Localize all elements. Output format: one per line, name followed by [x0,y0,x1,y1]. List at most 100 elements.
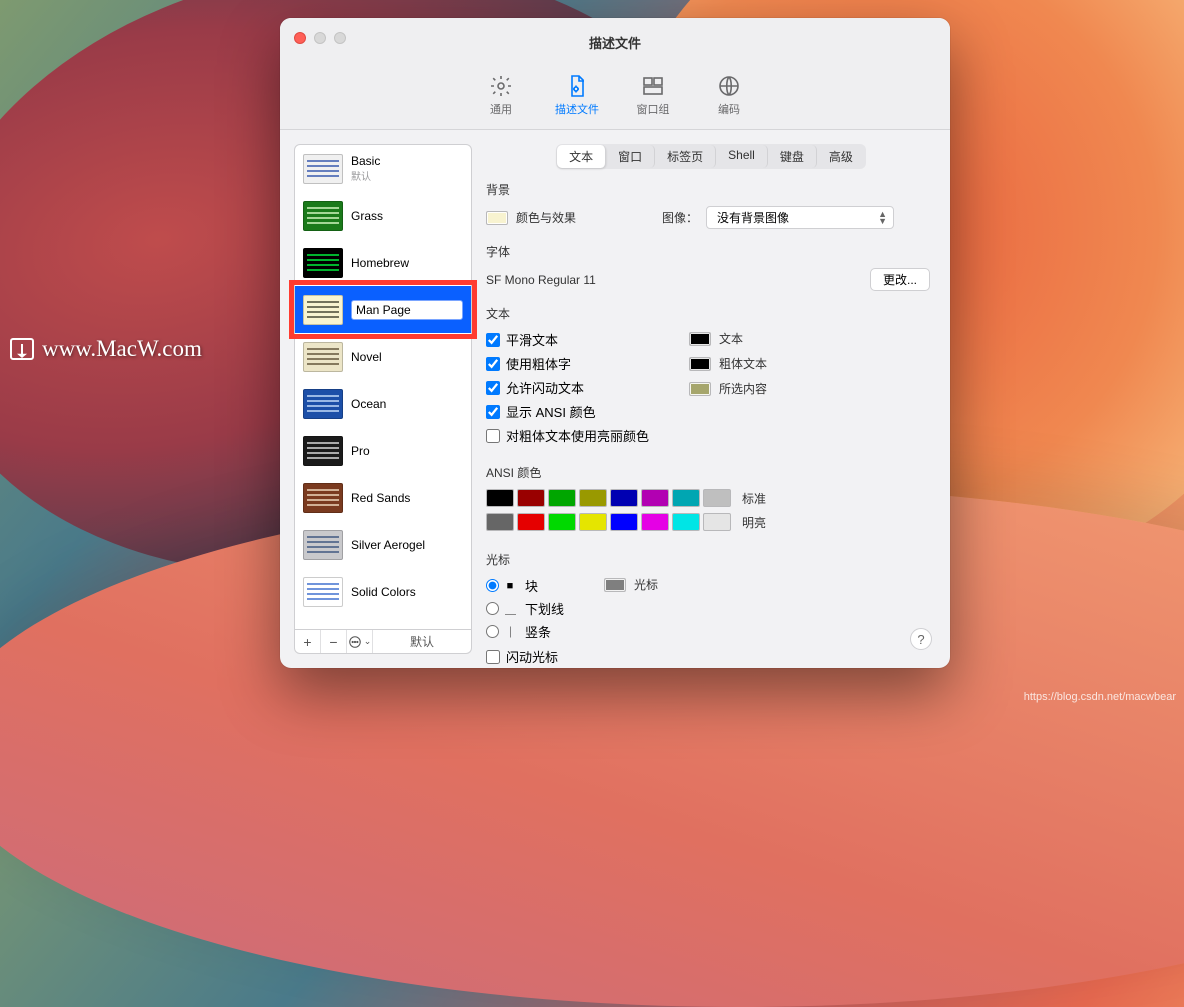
ansi-color-well[interactable] [548,489,576,507]
radio-input[interactable] [486,625,499,638]
toolbar-encodings[interactable]: 编码 [706,70,752,129]
profile-row-basic[interactable]: Basic默认 [295,145,471,192]
radio-input[interactable] [486,602,499,615]
profile-row-silver-aerogel[interactable]: Silver Aerogel [295,521,471,568]
checkbox-input[interactable] [486,405,500,419]
checkbox-input[interactable] [486,381,500,395]
ansi-color-well[interactable] [610,513,638,531]
display-ansi-checkbox[interactable]: 显示 ANSI 颜色 [486,402,649,421]
window-minimize-button[interactable] [314,32,326,44]
tab-window[interactable]: 窗口 [606,145,655,168]
section-font: 字体 SF Mono Regular 11 更改... [486,243,936,291]
allow-blink-checkbox[interactable]: 允许闪动文本 [486,378,649,397]
profile-thumbnail [303,530,343,560]
cursor-color-well[interactable] [604,578,626,592]
text-color-well[interactable] [689,332,711,346]
tab-text[interactable]: 文本 [557,145,606,168]
profile-row-pro[interactable]: Pro [295,427,471,474]
profile-row-homebrew[interactable]: Homebrew [295,239,471,286]
profile-name: Pro [351,444,370,458]
profile-label-column: Solid Colors [351,585,416,599]
ansi-color-well[interactable] [486,489,514,507]
select-value: 没有背景图像 [717,209,789,226]
tab-shell[interactable]: Shell [716,145,768,168]
blink-cursor-checkbox[interactable]: 闪动光标 [486,647,564,666]
checkbox-label: 对粗体文本使用亮丽颜色 [506,426,649,445]
ansi-color-well[interactable] [641,513,669,531]
profile-name: Basic [351,154,380,168]
tab-kbd[interactable]: 键盘 [768,145,817,168]
checkbox-input[interactable] [486,650,500,664]
ansi-normal-row: 标准 [486,489,936,507]
profile-label-column [351,300,463,320]
profile-thumbnail [303,248,343,278]
text-color-label: 文本 [719,330,743,347]
watermark-text: www.MacW.com [42,336,202,362]
checkbox-input[interactable] [486,333,500,347]
ansi-color-well[interactable] [517,513,545,531]
toolbar-general[interactable]: 通用 [478,70,524,129]
bold-color-well[interactable] [689,357,711,371]
document-gear-icon [565,74,589,98]
cursor-underline-radio[interactable]: ＿ 下划线 [486,599,564,618]
toolbar: 通用 描述文件 窗口组 编码 [280,66,950,130]
checkbox-label: 允许闪动文本 [506,378,584,397]
ansi-color-well[interactable] [703,513,731,531]
set-default-button[interactable]: 默认 [373,630,471,653]
bright-bold-checkbox[interactable]: 对粗体文本使用亮丽颜色 [486,426,649,445]
change-font-button[interactable]: 更改... [870,268,930,291]
section-text: 文本 平滑文本 使用粗体字 允许闪动文本 [486,305,936,450]
ansi-color-well[interactable] [579,513,607,531]
section-background: 背景 颜色与效果 图像： 没有背景图像 ▲▼ [486,181,936,229]
profile-thumbnail [303,295,343,325]
cursor-block-radio[interactable]: ■ 块 [486,576,564,595]
profile-row-man-page[interactable] [295,286,471,333]
window-close-button[interactable] [294,32,306,44]
ansi-color-well[interactable] [703,489,731,507]
profile-actions-button[interactable]: ⌄ [347,630,373,653]
profile-thumbnail [303,436,343,466]
profile-row-ocean[interactable]: Ocean [295,380,471,427]
ansi-color-well[interactable] [548,513,576,531]
checkbox-label: 使用粗体字 [506,354,571,373]
window-zoom-button[interactable] [334,32,346,44]
radio-input[interactable] [486,579,499,592]
chevron-updown-icon: ▲▼ [878,211,887,225]
ansi-color-well[interactable] [610,489,638,507]
ansi-color-well[interactable] [672,489,700,507]
profile-row-solid-colors[interactable]: Solid Colors [295,568,471,615]
ansi-color-well[interactable] [579,489,607,507]
profile-row-grass[interactable]: Grass [295,192,471,239]
profile-row-red-sands[interactable]: Red Sands [295,474,471,521]
cursor-bar-radio[interactable]: ｜ 竖条 [486,622,564,641]
toolbar-window-groups[interactable]: 窗口组 [630,70,676,129]
smooth-text-checkbox[interactable]: 平滑文本 [486,330,649,349]
profile-label-column: Pro [351,444,370,458]
add-profile-button[interactable]: + [295,630,321,653]
ansi-color-well[interactable] [641,489,669,507]
tab-adv[interactable]: 高级 [817,145,865,168]
profiles-panel: Basic默认GrassHomebrewNovelOceanProRed San… [294,144,472,654]
profiles-footer: + − ⌄ 默认 [294,630,472,654]
checkbox-input[interactable] [486,429,500,443]
help-button[interactable]: ? [910,628,932,650]
ansi-color-well[interactable] [672,513,700,531]
toolbar-profiles[interactable]: 描述文件 [554,70,600,129]
profile-default-badge: 默认 [351,168,380,183]
remove-profile-button[interactable]: − [321,630,347,653]
profiles-list[interactable]: Basic默认GrassHomebrewNovelOceanProRed San… [294,144,472,630]
profile-name-input[interactable] [351,300,463,320]
profile-row-novel[interactable]: Novel [295,333,471,380]
background-color-well[interactable] [486,211,508,225]
use-bold-checkbox[interactable]: 使用粗体字 [486,354,649,373]
tab-tab[interactable]: 标签页 [655,145,716,168]
footer-credit: https://blog.csdn.net/macwbear [1024,691,1176,703]
checkbox-input[interactable] [486,357,500,371]
ansi-color-well[interactable] [486,513,514,531]
profile-name: Ocean [351,397,386,411]
profile-label-column: Red Sands [351,491,410,505]
background-image-select[interactable]: 没有背景图像 ▲▼ [706,206,894,229]
selection-color-well[interactable] [689,382,711,396]
ansi-color-well[interactable] [517,489,545,507]
settings-tabs: 文本窗口标签页Shell键盘高级 [556,144,866,169]
